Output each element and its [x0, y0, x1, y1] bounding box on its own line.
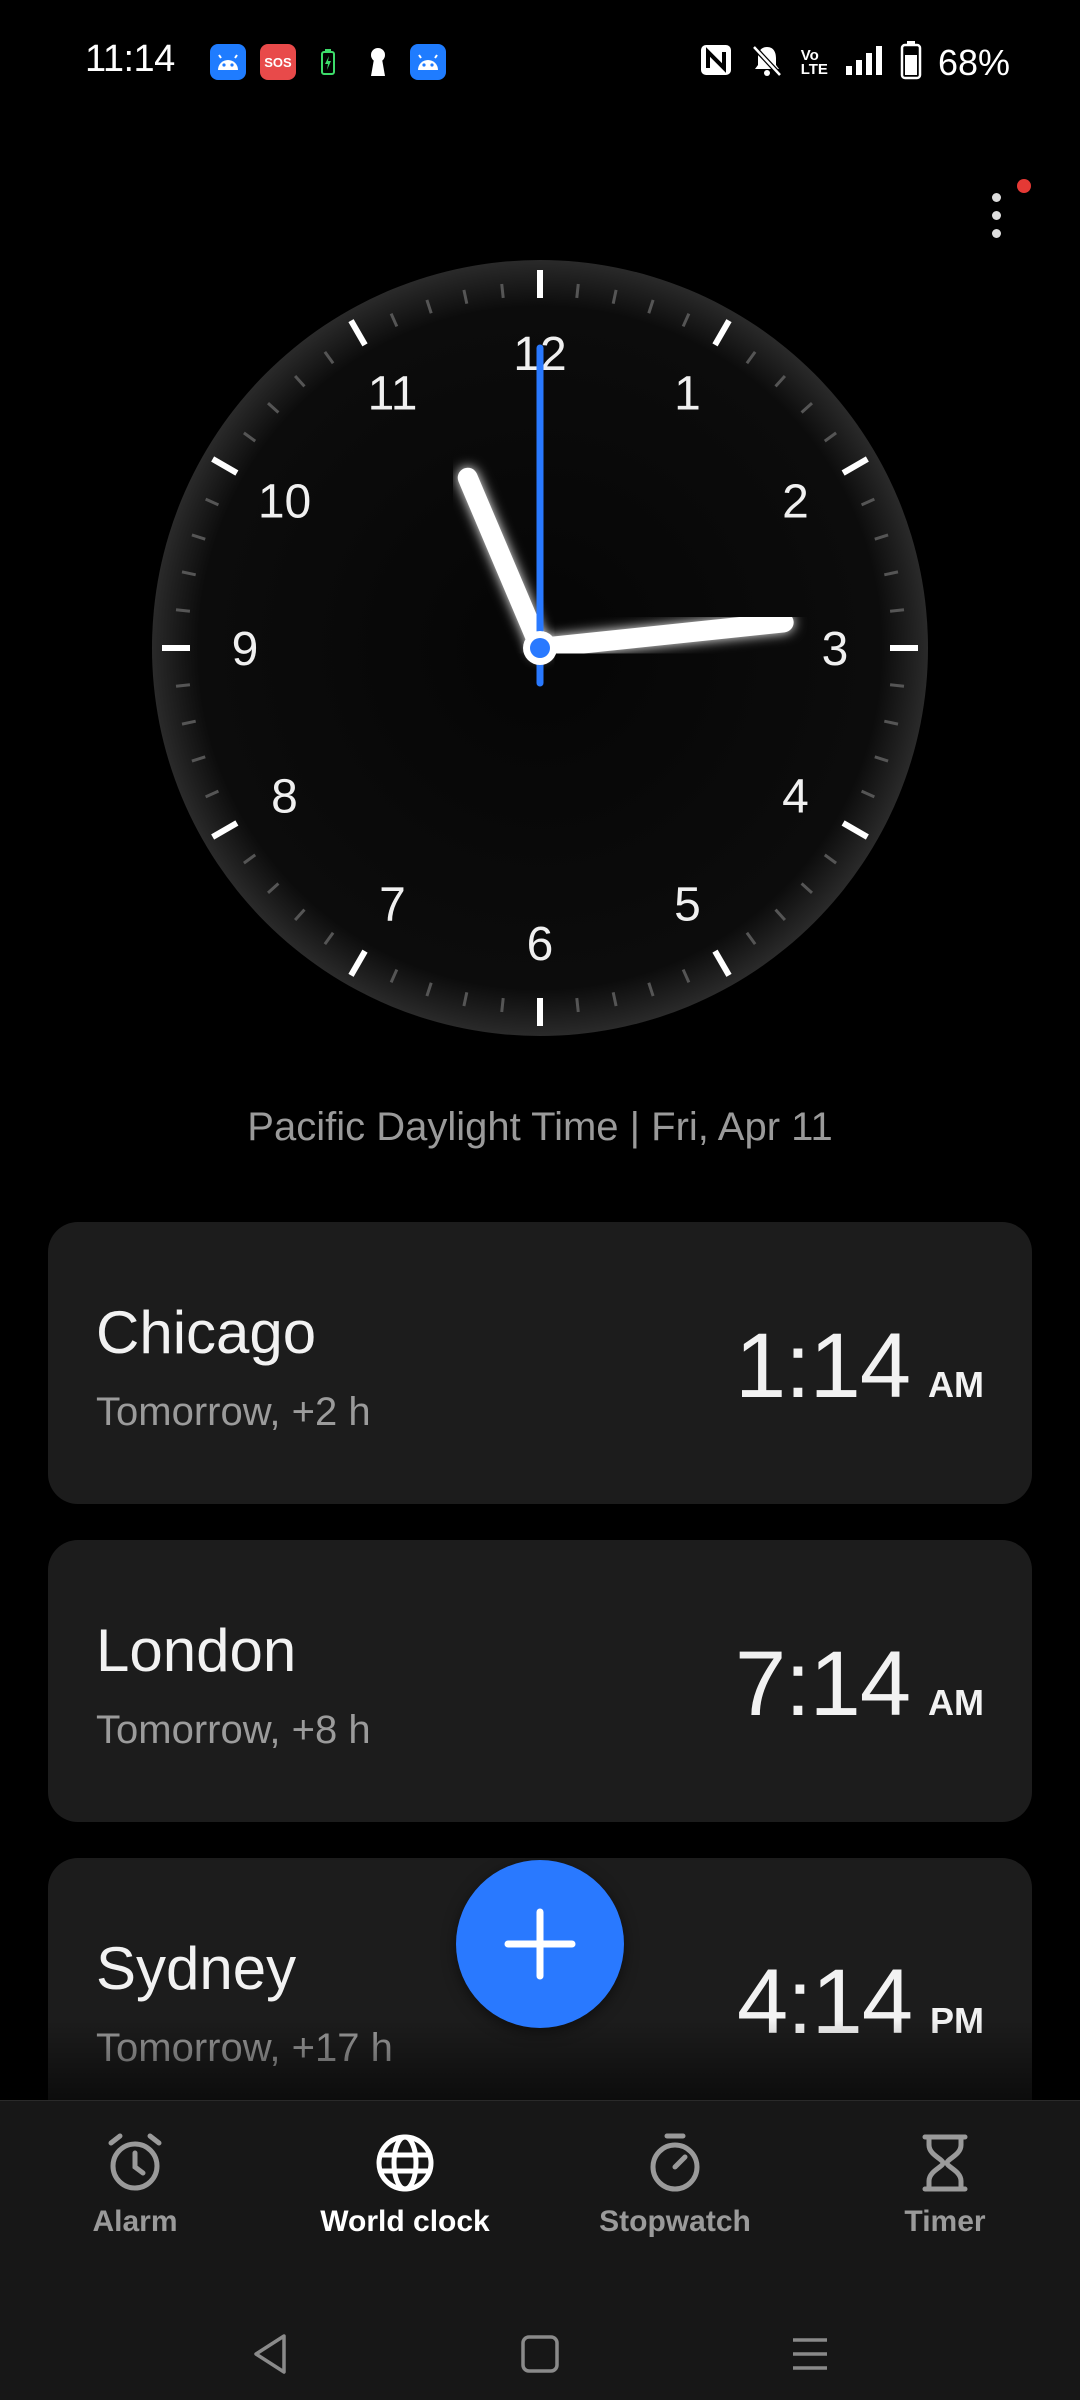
city-time-value: 4:14 [736, 1951, 913, 2053]
clock-number: 10 [258, 476, 311, 529]
city-list: Chicago Tomorrow, +2 h 1:14 AM London To… [48, 1222, 1032, 2176]
add-city-button[interactable] [456, 1860, 624, 2028]
battery-saver-icon [310, 44, 346, 80]
city-time: 4:14 PM [737, 1950, 984, 2055]
battery-icon [900, 40, 922, 85]
back-icon[interactable] [250, 2332, 290, 2381]
plus-icon [504, 1908, 576, 1980]
keyhole-icon [360, 44, 396, 80]
status-bar: 11:14 SOS Vo LTE 68% [0, 0, 1080, 125]
clock-number: 7 [379, 878, 406, 931]
minute-tick [175, 683, 191, 688]
bell-muted-icon [749, 42, 785, 83]
tab-label: Stopwatch [599, 2205, 751, 2238]
battery-percent: 68% [937, 41, 1010, 83]
signal-icon [844, 44, 884, 81]
city-name: Chicago [96, 1299, 317, 1366]
dot-icon [992, 229, 1001, 238]
tab-world-clock[interactable]: World clock [270, 2101, 540, 2301]
clock-number: 1 [674, 368, 701, 421]
city-time: 7:14 AM [735, 1632, 984, 1737]
volte-icon: Vo LTE [800, 48, 828, 78]
city-time-ampm: PM [930, 2000, 984, 2041]
minute-tick [500, 283, 505, 299]
clock-number: 3 [822, 623, 849, 676]
minute-tick [500, 997, 505, 1013]
minute-tick [889, 683, 905, 688]
minute-tick [889, 608, 905, 613]
clock-number: 5 [674, 878, 701, 931]
city-card-chicago[interactable]: Chicago Tomorrow, +2 h 1:14 AM [48, 1222, 1032, 1504]
city-time-value: 7:14 [734, 1633, 911, 1735]
bottom-navigation: Alarm World clock Stopwatch Timer [0, 2100, 1080, 2400]
android-icon [410, 44, 446, 80]
minute-tick [575, 997, 580, 1013]
status-time: 11:14 [85, 38, 175, 80]
clock-number: 11 [368, 368, 418, 421]
recents-icon[interactable] [790, 2334, 830, 2379]
city-offset: Tomorrow, +2 h [96, 1390, 371, 1434]
hourglass-icon [922, 2134, 968, 2192]
tab-alarm[interactable]: Alarm [0, 2101, 270, 2301]
tab-timer[interactable]: Timer [810, 2101, 1080, 2301]
minute-tick [575, 283, 580, 299]
dot-icon [992, 211, 1001, 220]
city-time-ampm: AM [928, 1364, 984, 1405]
clock-number: 4 [782, 771, 809, 824]
system-navigation [0, 2311, 1080, 2400]
city-card-london[interactable]: London Tomorrow, +8 h 7:14 AM [48, 1540, 1032, 1822]
clock-number: 2 [782, 476, 809, 529]
more-options-button[interactable] [975, 179, 1031, 245]
system-status-icons: Vo LTE 68% [699, 40, 1010, 85]
home-icon[interactable] [520, 2334, 560, 2379]
nfc-icon [699, 43, 733, 82]
volte-label-bottom: LTE [800, 60, 828, 78]
minute-tick [175, 608, 191, 613]
notification-badge [1017, 179, 1031, 193]
android-icon [210, 44, 246, 80]
city-time-ampm: AM [928, 1682, 984, 1723]
stopwatch-icon [650, 2133, 700, 2192]
city-name: Sydney [96, 1935, 297, 2002]
sos-icon: SOS [260, 44, 296, 80]
city-offset: Tomorrow, +8 h [96, 1708, 371, 1752]
city-time-value: 1:14 [734, 1315, 911, 1417]
alarm-icon [108, 2133, 162, 2191]
city-time: 1:14 AM [735, 1314, 984, 1419]
dot-icon [992, 193, 1001, 202]
hand-cap-center [530, 638, 550, 658]
city-name: London [96, 1617, 297, 1684]
clock-number: 9 [232, 623, 259, 676]
world-clock-screen: 11:14 SOS Vo LTE 68% 1 2 3 4 5 6 7 8 9 1… [0, 0, 1080, 2400]
city-offset: Tomorrow, +17 h [96, 2026, 393, 2070]
tab-stopwatch[interactable]: Stopwatch [540, 2101, 810, 2301]
clock-number: 8 [271, 771, 298, 824]
globe-icon [376, 2134, 434, 2192]
clock-number: 6 [527, 918, 554, 971]
tab-label: World clock [320, 2205, 490, 2238]
tab-label: Timer [904, 2205, 986, 2238]
notification-icons: SOS [210, 44, 446, 80]
timezone-date-label: Pacific Daylight Time | Fri, Apr 11 [247, 1105, 833, 1149]
analog-clock: 121234567891011 [152, 260, 928, 1036]
tab-label: Alarm [92, 2205, 178, 2238]
